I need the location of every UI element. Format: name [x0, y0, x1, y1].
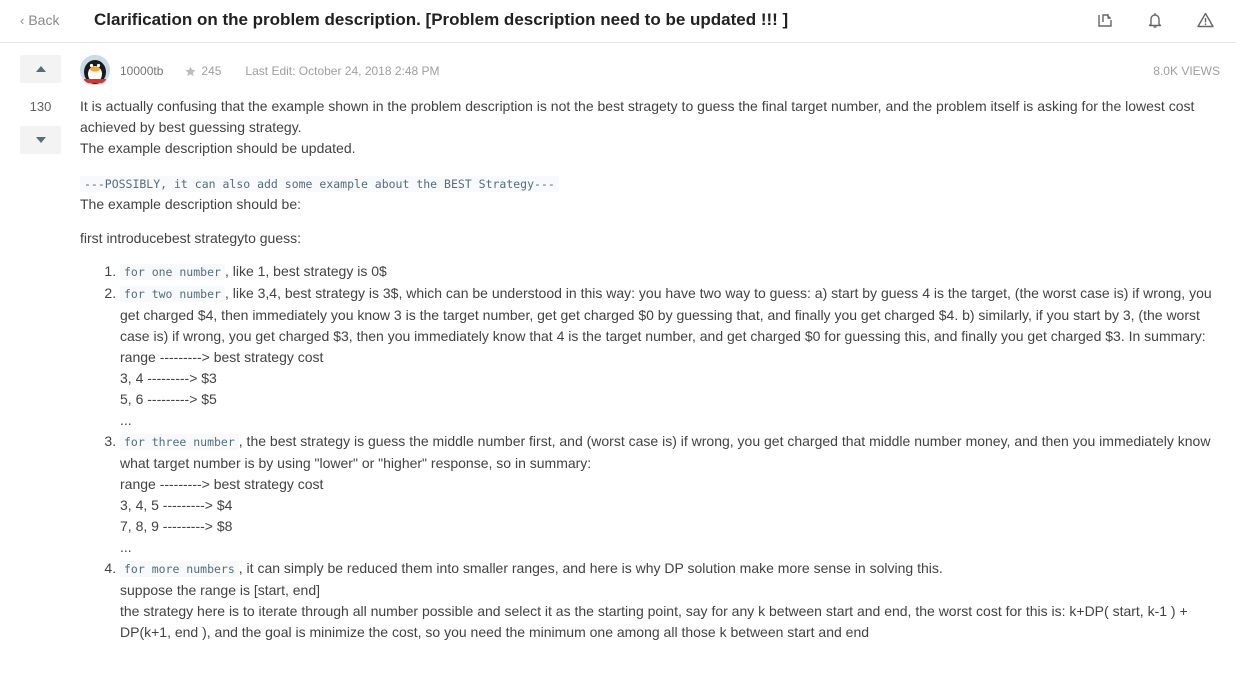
code-note: ---POSSIBLY, it can also add some exampl… [80, 176, 559, 192]
last-edit: Last Edit: October 24, 2018 2:48 PM [245, 64, 440, 78]
strategy-list: for one number, like 1, best strategy is… [120, 261, 1220, 643]
intro-paragraph: It is actually confusing that the exampl… [80, 96, 1220, 159]
list-item: for three number, the best strategy is g… [120, 431, 1220, 558]
summary-line: 3, 4 ---------> $3 [120, 370, 217, 386]
back-button[interactable]: ‹ Back [20, 12, 59, 28]
downvote-button[interactable] [20, 126, 61, 154]
list-item: for two number, like 3,4, best strategy … [120, 283, 1220, 431]
item-text: , it can simply be reduced them into sma… [238, 560, 943, 576]
intro-text-2: The example description should be update… [80, 140, 356, 156]
vote-column: 130 [20, 55, 61, 154]
top-bar: ‹ Back Clarification on the problem desc… [0, 0, 1236, 43]
share-icon[interactable] [1096, 10, 1114, 30]
report-icon[interactable] [1196, 10, 1214, 30]
summary-line: ... [120, 412, 132, 428]
post-meta: 10000tb 245 Last Edit: October 24, 2018 … [120, 64, 440, 78]
vote-count: 130 [29, 99, 52, 114]
intro-text-1: It is actually confusing that the exampl… [80, 98, 1195, 135]
view-count: 8.0K VIEWS [1153, 64, 1220, 78]
back-label: Back [28, 12, 60, 28]
list-item: for one number, like 1, best strategy is… [120, 261, 1220, 283]
caret-up-icon [35, 66, 46, 72]
summary-line: ... [120, 539, 132, 555]
summary-line: suppose the range is [start, end] [120, 582, 321, 598]
list-item: for more numbers, it can simply be reduc… [120, 558, 1220, 643]
upvote-button[interactable] [20, 55, 61, 83]
inline-code: for two number [120, 286, 225, 302]
item-text: , like 3,4, best strategy is 3$, which c… [120, 285, 1212, 344]
inline-code: for one number [120, 264, 225, 280]
item-text: , like 1, best strategy is 0$ [224, 263, 387, 279]
item-text: , the best strategy is guess the middle … [120, 433, 1211, 471]
reputation: 245 [185, 64, 221, 78]
first-intro: first introducebest strategyto guess: [80, 230, 301, 246]
summary-line: 3, 4, 5 ---------> $4 [120, 497, 233, 513]
chevron-left-icon: ‹ [20, 12, 25, 28]
post-body: It is actually confusing that the exampl… [80, 96, 1220, 643]
summary-line: 5, 6 ---------> $5 [120, 391, 217, 407]
bell-icon[interactable] [1146, 10, 1164, 30]
summary-line: range ---------> best strategy cost [120, 349, 324, 365]
author-name[interactable]: 10000tb [120, 64, 163, 78]
header-actions [1096, 10, 1214, 30]
star-icon [185, 66, 196, 76]
inline-code: for more numbers [120, 561, 239, 577]
summary-line: 7, 8, 9 ---------> $8 [120, 518, 233, 534]
summary-line: the strategy here is to iterate through … [120, 603, 1188, 640]
code-note-line: ---POSSIBLY, it can also add some exampl… [80, 173, 1220, 214]
reputation-value: 245 [201, 64, 222, 78]
post-title: Clarification on the problem description… [94, 10, 789, 29]
caret-down-icon [35, 137, 46, 143]
avatar[interactable] [80, 55, 110, 85]
inline-code: for three number [120, 434, 239, 450]
summary-line: range ---------> best strategy cost [120, 476, 324, 492]
should-be-text: The example description should be: [80, 196, 302, 212]
